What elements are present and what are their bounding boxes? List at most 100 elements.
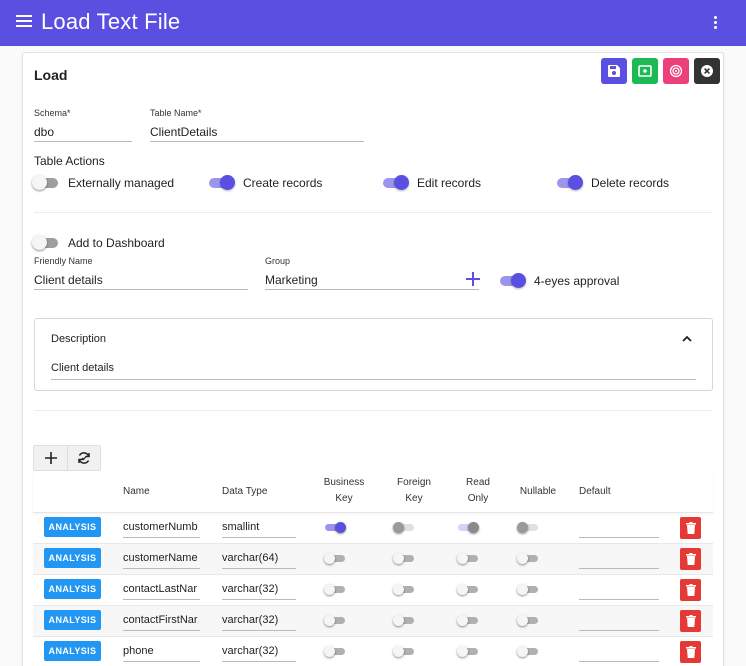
- business-key-toggle[interactable]: [324, 646, 345, 657]
- load-card: Load Schema* dbo Table Name* ClientDetai…: [22, 52, 724, 666]
- business-key-toggle[interactable]: [324, 615, 345, 626]
- business-key-toggle[interactable]: [324, 553, 345, 564]
- friendly-name-field[interactable]: Friendly Name Client details: [34, 256, 248, 290]
- save-button[interactable]: [601, 58, 627, 84]
- delete-row-button[interactable]: [680, 610, 701, 632]
- col-business-key-header: Business Key: [323, 477, 365, 504]
- read-only-toggle[interactable]: [457, 615, 478, 626]
- externally-managed-toggle[interactable]: Externally managed: [32, 175, 175, 190]
- add-to-dashboard-toggle[interactable]: Add to Dashboard: [32, 235, 165, 250]
- analysis-button[interactable]: ANALYSIS: [44, 548, 101, 568]
- column-name-input[interactable]: phone: [123, 643, 200, 662]
- close-icon: [701, 65, 713, 77]
- description-panel: Description Client details: [34, 318, 713, 391]
- data-type-input[interactable]: varchar(32): [222, 612, 296, 631]
- default-input[interactable]: [579, 550, 659, 569]
- create-records-label: Create records: [243, 176, 323, 190]
- table-row: ANALYSIS contactLastNar varchar(32): [33, 575, 713, 606]
- delete-records-toggle[interactable]: Delete records: [557, 175, 669, 190]
- menu-icon[interactable]: [16, 15, 32, 29]
- preview-button[interactable]: [632, 58, 658, 84]
- close-button[interactable]: [694, 58, 720, 84]
- foreign-key-toggle[interactable]: [393, 553, 414, 564]
- preview-icon: [638, 65, 652, 77]
- description-header: Description: [51, 333, 107, 345]
- read-only-toggle[interactable]: [457, 584, 478, 595]
- default-input[interactable]: [579, 612, 659, 631]
- friendly-name-label: Friendly Name: [34, 256, 93, 266]
- data-type-input[interactable]: varchar(32): [222, 581, 296, 600]
- table-actions-label: Table Actions: [34, 154, 105, 168]
- delete-row-button[interactable]: [680, 579, 701, 601]
- four-eyes-label: 4-eyes approval: [534, 274, 620, 288]
- card-title: Load: [34, 67, 68, 83]
- col-data-type-header: Data Type: [222, 486, 268, 497]
- refresh-button[interactable]: [67, 446, 100, 470]
- four-eyes-toggle[interactable]: 4-eyes approval: [500, 273, 620, 288]
- divider: [34, 212, 712, 213]
- more-vert-icon[interactable]: [714, 16, 718, 30]
- analysis-button[interactable]: ANALYSIS: [44, 517, 101, 537]
- radar-icon: [669, 64, 683, 78]
- col-default-header: Default: [579, 486, 611, 497]
- group-label: Group: [265, 256, 291, 266]
- edit-records-label: Edit records: [417, 176, 482, 190]
- nullable-toggle[interactable]: [517, 522, 538, 533]
- analysis-button[interactable]: ANALYSIS: [44, 610, 101, 630]
- schema-input[interactable]: dbo: [34, 122, 132, 142]
- column-name-input[interactable]: contactFirstNar: [123, 612, 200, 631]
- description-input[interactable]: Client details: [51, 362, 696, 380]
- read-only-toggle[interactable]: [457, 553, 478, 564]
- analysis-button[interactable]: ANALYSIS: [44, 641, 101, 661]
- read-only-toggle[interactable]: [457, 646, 478, 657]
- col-nullable-header: Nullable: [519, 486, 557, 497]
- nullable-toggle[interactable]: [517, 646, 538, 657]
- col-read-only-header: Read Only: [466, 477, 490, 504]
- schema-field[interactable]: Schema* dbo: [34, 108, 132, 142]
- foreign-key-toggle[interactable]: [393, 584, 414, 595]
- group-input[interactable]: Marketing: [265, 270, 479, 290]
- trash-icon: [685, 646, 696, 658]
- page-title: Load Text File: [41, 9, 181, 34]
- foreign-key-toggle[interactable]: [393, 522, 414, 533]
- plus-icon: [44, 452, 57, 464]
- add-row-button[interactable]: [34, 446, 67, 470]
- columns-grid: Name Data Type Business Key Foreign Key Re…: [33, 471, 713, 666]
- grid-toolbar: [33, 445, 101, 471]
- column-name-input[interactable]: contactLastNar: [123, 581, 200, 600]
- default-input[interactable]: [579, 519, 659, 538]
- trash-icon: [685, 584, 696, 596]
- create-records-toggle[interactable]: Create records: [209, 175, 323, 190]
- nullable-toggle[interactable]: [517, 584, 538, 595]
- add-group-icon[interactable]: [466, 272, 480, 286]
- default-input[interactable]: [579, 643, 659, 662]
- friendly-name-input[interactable]: Client details: [34, 270, 248, 290]
- read-only-toggle[interactable]: [458, 522, 479, 533]
- monitor-button[interactable]: [663, 58, 689, 84]
- column-name-input[interactable]: customerNumb: [123, 519, 200, 538]
- data-type-input[interactable]: varchar(32): [222, 643, 296, 662]
- group-field[interactable]: Group Marketing: [265, 256, 479, 290]
- table-name-input[interactable]: ClientDetails: [150, 122, 364, 142]
- delete-row-button[interactable]: [680, 517, 701, 539]
- trash-icon: [685, 522, 696, 534]
- business-key-toggle[interactable]: [325, 522, 346, 533]
- business-key-toggle[interactable]: [324, 584, 345, 595]
- data-type-input[interactable]: smallint: [222, 519, 296, 538]
- default-input[interactable]: [579, 581, 659, 600]
- edit-records-toggle[interactable]: Edit records: [383, 175, 482, 190]
- table-row: ANALYSIS customerNumb smallint: [33, 513, 713, 544]
- column-name-input[interactable]: customerName: [123, 550, 200, 569]
- nullable-toggle[interactable]: [517, 615, 538, 626]
- data-type-input[interactable]: varchar(64): [222, 550, 296, 569]
- analysis-button[interactable]: ANALYSIS: [44, 579, 101, 599]
- foreign-key-toggle[interactable]: [393, 646, 414, 657]
- delete-row-button[interactable]: [680, 641, 701, 663]
- nullable-toggle[interactable]: [517, 553, 538, 564]
- externally-managed-label: Externally managed: [68, 176, 175, 190]
- table-name-label: Table Name*: [150, 108, 202, 118]
- table-name-field[interactable]: Table Name* ClientDetails: [150, 108, 364, 142]
- chevron-up-icon[interactable]: [682, 334, 692, 344]
- delete-row-button[interactable]: [680, 548, 701, 570]
- foreign-key-toggle[interactable]: [393, 615, 414, 626]
